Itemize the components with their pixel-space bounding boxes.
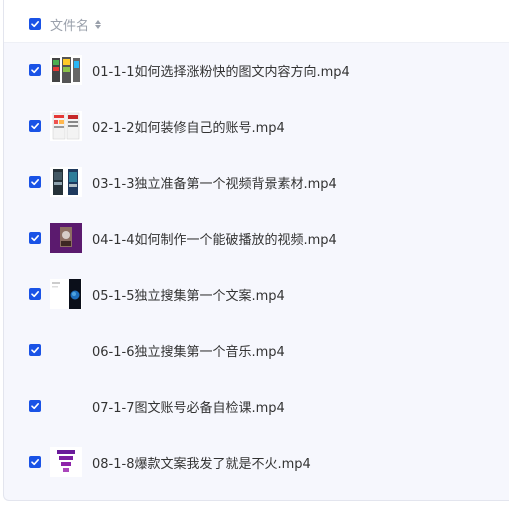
- check-icon: [31, 403, 39, 410]
- file-list-panel: 文件名 01-1-1如何选择涨粉快的图文内容方向.mp4 02-1-2如何装修自…: [3, 0, 509, 501]
- file-list-header: 文件名: [4, 0, 509, 43]
- row-checkbox[interactable]: [29, 288, 41, 300]
- file-name[interactable]: 07-1-7图文账号必备自检课.mp4: [92, 397, 285, 416]
- thumb-funnel-icon: [50, 447, 82, 477]
- select-all-checkbox[interactable]: [29, 18, 41, 30]
- row-checkbox[interactable]: [29, 120, 41, 132]
- file-row[interactable]: 04-1-4如何制作一个能破播放的视频.mp4: [4, 210, 509, 266]
- row-checkbox[interactable]: [29, 400, 41, 412]
- thumb-purple-video-icon: [50, 223, 82, 253]
- file-row[interactable]: 08-1-8爆款文案我发了就是不火.mp4: [4, 434, 509, 490]
- check-icon: [31, 347, 39, 354]
- row-checkbox[interactable]: [29, 64, 41, 76]
- thumb-phone-screens-icon: [50, 55, 82, 85]
- file-row[interactable]: 07-1-7图文账号必备自检课.mp4: [4, 378, 509, 434]
- file-name[interactable]: 05-1-5独立搜集第一个文案.mp4: [92, 285, 285, 304]
- row-checkbox[interactable]: [29, 344, 41, 356]
- file-row[interactable]: 06-1-6独立搜集第一个音乐.mp4: [4, 322, 509, 378]
- file-name[interactable]: 04-1-4如何制作一个能破播放的视频.mp4: [92, 229, 337, 248]
- file-name[interactable]: 08-1-8爆款文案我发了就是不火.mp4: [92, 453, 311, 472]
- file-name[interactable]: 03-1-3独立准备第一个视频背景素材.mp4: [92, 173, 337, 192]
- file-name[interactable]: 06-1-6独立搜集第一个音乐.mp4: [92, 341, 285, 360]
- thumb-video-editor-icon: [50, 167, 82, 197]
- thumb-earth-phone-icon: [50, 279, 82, 309]
- check-icon: [31, 235, 39, 242]
- row-checkbox[interactable]: [29, 176, 41, 188]
- check-icon: [31, 459, 39, 466]
- row-checkbox[interactable]: [29, 232, 41, 244]
- file-row[interactable]: 05-1-5独立搜集第一个文案.mp4: [4, 266, 509, 322]
- row-checkbox[interactable]: [29, 456, 41, 468]
- filename-column-header[interactable]: 文件名: [50, 15, 102, 34]
- check-icon: [31, 291, 39, 298]
- file-name[interactable]: 01-1-1如何选择涨粉快的图文内容方向.mp4: [92, 61, 350, 80]
- check-icon: [31, 21, 39, 28]
- sort-icon[interactable]: [95, 20, 102, 29]
- thumb-profile-page-icon: [50, 111, 82, 141]
- check-icon: [31, 67, 39, 74]
- file-row[interactable]: 01-1-1如何选择涨粉快的图文内容方向.mp4: [4, 42, 509, 98]
- check-icon: [31, 179, 39, 186]
- file-name[interactable]: 02-1-2如何装修自己的账号.mp4: [92, 117, 285, 136]
- filename-column-label: 文件名: [50, 19, 90, 34]
- file-row[interactable]: 03-1-3独立准备第一个视频背景素材.mp4: [4, 154, 509, 210]
- check-icon: [31, 123, 39, 130]
- file-row[interactable]: 02-1-2如何装修自己的账号.mp4: [4, 98, 509, 154]
